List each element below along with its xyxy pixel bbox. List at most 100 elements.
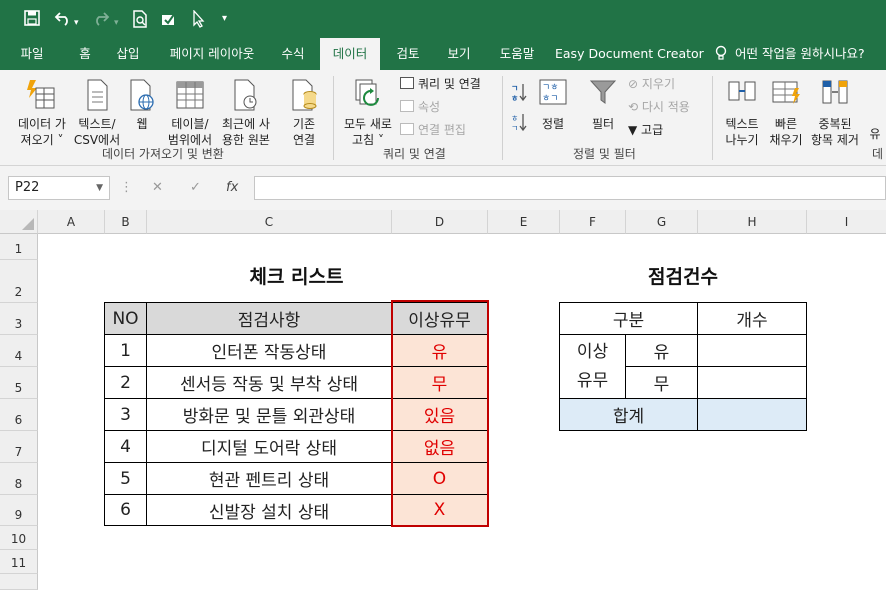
summary-total-count[interactable]	[698, 399, 807, 431]
from-web-button[interactable]: 웹	[124, 78, 160, 132]
row-header-9[interactable]: 8	[0, 463, 38, 495]
undo-dropdown-icon[interactable]: ▾	[74, 14, 79, 32]
column-header-h[interactable]: H	[698, 210, 807, 234]
header-item[interactable]: 점검사항	[147, 302, 392, 335]
filter-button[interactable]: 필터	[585, 78, 621, 132]
row-header-7[interactable]: 6	[0, 399, 38, 431]
row-no[interactable]: 6	[104, 495, 147, 526]
tab-data[interactable]: 데이터	[320, 38, 380, 70]
row-header-4[interactable]: 3	[0, 303, 38, 335]
row-status[interactable]: 무	[392, 367, 488, 399]
existing-connections-button[interactable]: 기존 연결	[282, 78, 326, 148]
reapply-button[interactable]: ⟲ 다시 적용	[628, 99, 690, 115]
more-data-tools-button[interactable]: 유	[864, 126, 886, 142]
row-header-11[interactable]: 10	[0, 526, 38, 550]
tab-easy-document-creator[interactable]: Easy Document Creator	[555, 38, 704, 70]
customize-qat-icon[interactable]: ▾	[222, 10, 227, 28]
summary-yes-count[interactable]	[698, 335, 807, 367]
from-table-range-button[interactable]: 테이블/ 범위에서	[162, 78, 218, 148]
spellcheck-icon[interactable]	[160, 10, 178, 32]
row-header-5[interactable]: 4	[0, 335, 38, 367]
summary-yes-label[interactable]: 유	[626, 335, 698, 367]
row-item[interactable]: 디지털 도어락 상태	[147, 431, 392, 463]
row-header-8[interactable]: 7	[0, 431, 38, 463]
row-no[interactable]: 3	[104, 399, 147, 431]
column-header-c[interactable]: C	[147, 210, 392, 234]
row-item[interactable]: 신발장 설치 상태	[147, 495, 392, 526]
summary-header-count[interactable]: 개수	[698, 302, 807, 335]
row-header-12[interactable]: 11	[0, 550, 38, 574]
row-no[interactable]: 4	[104, 431, 147, 463]
redo-icon[interactable]	[92, 10, 110, 30]
column-header-i[interactable]: I	[807, 210, 886, 234]
clear-filter-button[interactable]: ⊘ 지우기	[628, 76, 675, 92]
cancel-icon[interactable]: ✕	[152, 176, 163, 200]
tab-view[interactable]: 보기	[439, 38, 479, 70]
advanced-filter-button[interactable]: ▼ 고급	[628, 122, 663, 138]
summary-no-count[interactable]	[698, 367, 807, 399]
row-item[interactable]: 인터폰 작동상태	[147, 335, 392, 367]
header-status[interactable]: 이상유무	[392, 302, 488, 335]
recent-sources-button[interactable]: 최근에 사 용한 원본	[218, 78, 274, 148]
row-status[interactable]: 있음	[392, 399, 488, 431]
enter-icon[interactable]: ✓	[190, 176, 201, 200]
column-header-f[interactable]: F	[560, 210, 626, 234]
column-header-a[interactable]: A	[38, 210, 105, 234]
row-header-6[interactable]: 5	[0, 367, 38, 399]
from-text-csv-button[interactable]: 텍스트/ CSV에서	[72, 78, 122, 148]
row-header-1[interactable]: 1	[0, 234, 38, 260]
header-no[interactable]: NO	[104, 302, 147, 335]
sort-za-button[interactable]: ㅎㄱ	[511, 112, 527, 136]
undo-icon[interactable]	[54, 10, 72, 30]
row-status[interactable]: X	[392, 495, 488, 526]
summary-total-label[interactable]: 합계	[559, 399, 698, 431]
column-header-d[interactable]: D	[392, 210, 488, 234]
row-no[interactable]: 2	[104, 367, 147, 399]
sort-az-button[interactable]: ㄱㅎ	[511, 82, 527, 107]
summary-header-category[interactable]: 구분	[559, 302, 698, 335]
row-status[interactable]: O	[392, 463, 488, 495]
pointer-icon[interactable]	[192, 9, 206, 32]
remove-duplicates-button[interactable]: 중복된 항목 제거	[808, 78, 862, 148]
row-item[interactable]: 현관 펜트리 상태	[147, 463, 392, 495]
text-to-columns-button[interactable]: 텍스트 나누기	[720, 78, 764, 148]
summary-no-label[interactable]: 무	[626, 367, 698, 399]
row-item[interactable]: 센서등 작동 및 부착 상태	[147, 367, 392, 399]
column-header-e[interactable]: E	[488, 210, 560, 234]
save-icon[interactable]	[24, 10, 40, 30]
formula-input[interactable]	[254, 176, 886, 200]
row-no[interactable]: 5	[104, 463, 147, 495]
tell-me-search[interactable]: 어떤 작업을 원하시나요?	[715, 38, 865, 70]
get-data-button[interactable]: 데이터 가 져오기 ˅	[12, 78, 72, 148]
row-header-13[interactable]	[0, 574, 38, 590]
insert-function-icon[interactable]: fx	[226, 176, 238, 200]
refresh-all-button[interactable]: 모두 새로 고침 ˅	[338, 78, 398, 148]
row-status[interactable]: 유	[392, 335, 488, 367]
row-no[interactable]: 1	[104, 335, 147, 367]
select-all-corner[interactable]	[0, 210, 38, 234]
queries-connections-button[interactable]: 쿼리 및 연결	[400, 76, 481, 92]
column-header-g[interactable]: G	[626, 210, 698, 234]
text-csv-label-1: 텍스트/	[78, 117, 116, 131]
properties-button[interactable]: 속성	[400, 99, 440, 115]
print-preview-icon[interactable]	[132, 10, 148, 32]
redo-dropdown-icon[interactable]: ▾	[114, 14, 119, 32]
row-status[interactable]: 없음	[392, 431, 488, 463]
tab-formulas[interactable]: 수식	[273, 38, 313, 70]
tab-file[interactable]: 파일	[12, 38, 52, 70]
tab-review[interactable]: 검토	[388, 38, 428, 70]
row-item[interactable]: 방화문 및 문틀 외관상태	[147, 399, 392, 431]
row-header-2[interactable]: 2	[0, 260, 38, 303]
name-box[interactable]: P22 ▼	[8, 176, 110, 200]
summary-abnormal-label[interactable]: 이상 유무	[559, 335, 626, 399]
sort-button[interactable]: ㄱㅎ ㅎㄱ 정렬	[535, 78, 571, 132]
flash-fill-button[interactable]: 빠른 채우기	[766, 78, 806, 148]
edit-links-button[interactable]: 연결 편집	[400, 122, 466, 138]
row-header-10[interactable]: 9	[0, 495, 38, 526]
tab-home[interactable]: 홈	[65, 38, 105, 70]
tab-page-layout[interactable]: 페이지 레이아웃	[160, 38, 264, 70]
column-header-b[interactable]: B	[105, 210, 147, 234]
tab-insert[interactable]: 삽입	[108, 38, 148, 70]
tab-help[interactable]: 도움말	[493, 38, 541, 70]
chevron-down-icon[interactable]: ▼	[96, 177, 103, 199]
